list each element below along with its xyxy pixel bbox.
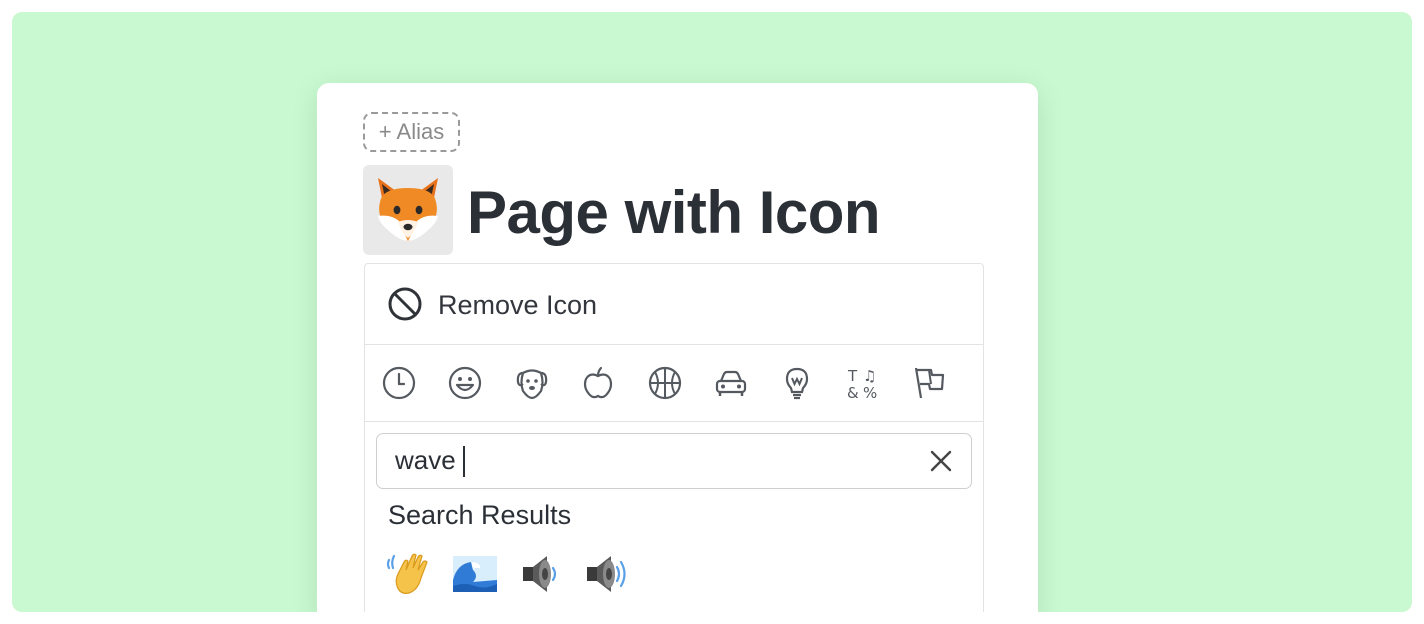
remove-icon-label: Remove Icon bbox=[438, 290, 598, 320]
emoji-result-waving-hand[interactable] bbox=[385, 550, 433, 598]
page-icon-button[interactable] bbox=[363, 165, 453, 255]
page-title: Page with Icon bbox=[467, 179, 881, 246]
canvas-background: + Alias Page with Icon Remove Icon T ♫ &… bbox=[12, 12, 1412, 612]
waving-hand-icon bbox=[386, 553, 428, 594]
add-alias-button[interactable]: + Alias bbox=[363, 112, 460, 152]
speaker-loud-icon bbox=[587, 556, 626, 592]
category-activity[interactable] bbox=[647, 365, 683, 401]
symbols-icon: T ♫ & % bbox=[847, 367, 877, 402]
svg-text:T: T bbox=[847, 367, 858, 385]
emoji-result-speaker-medium[interactable] bbox=[517, 550, 565, 598]
lightbulb-icon bbox=[785, 367, 809, 400]
category-flags[interactable] bbox=[911, 365, 947, 401]
icon-picker-popover: Remove Icon T ♫ & % wave Search Results bbox=[364, 263, 984, 612]
clear-search-button[interactable] bbox=[927, 447, 955, 475]
category-travel[interactable] bbox=[713, 365, 749, 401]
emoji-category-bar: T ♫ & % bbox=[365, 345, 983, 422]
car-icon bbox=[715, 370, 747, 396]
fox-icon bbox=[378, 178, 438, 241]
category-smileys[interactable] bbox=[447, 365, 483, 401]
category-recent[interactable] bbox=[381, 365, 417, 401]
category-food[interactable] bbox=[580, 365, 616, 401]
svg-text:♫: ♫ bbox=[863, 367, 876, 385]
page-card: + Alias Page with Icon Remove Icon T ♫ &… bbox=[317, 83, 1038, 612]
dog-icon bbox=[516, 369, 548, 400]
close-icon bbox=[930, 450, 952, 472]
text-caret bbox=[463, 446, 465, 477]
category-objects[interactable] bbox=[779, 365, 815, 401]
category-symbols[interactable]: T ♫ & % bbox=[845, 365, 881, 402]
svg-text:%: % bbox=[863, 384, 877, 401]
search-results-heading: Search Results bbox=[388, 500, 572, 530]
smiley-icon bbox=[448, 366, 482, 400]
apple-icon bbox=[583, 366, 613, 399]
speaker-icon bbox=[523, 556, 557, 592]
basketball-icon bbox=[648, 366, 682, 400]
flag-icon bbox=[914, 367, 945, 399]
emoji-result-speaker-high[interactable] bbox=[583, 550, 631, 598]
clock-icon bbox=[382, 366, 416, 400]
remove-icon-button[interactable]: Remove Icon bbox=[365, 264, 983, 345]
emoji-search-box bbox=[376, 433, 972, 489]
emoji-search-input[interactable] bbox=[395, 442, 915, 478]
water-wave-icon bbox=[453, 556, 497, 592]
ban-icon bbox=[388, 287, 422, 321]
emoji-result-water-wave[interactable] bbox=[451, 550, 499, 598]
svg-text:&: & bbox=[847, 384, 859, 401]
category-animals[interactable] bbox=[514, 365, 550, 401]
